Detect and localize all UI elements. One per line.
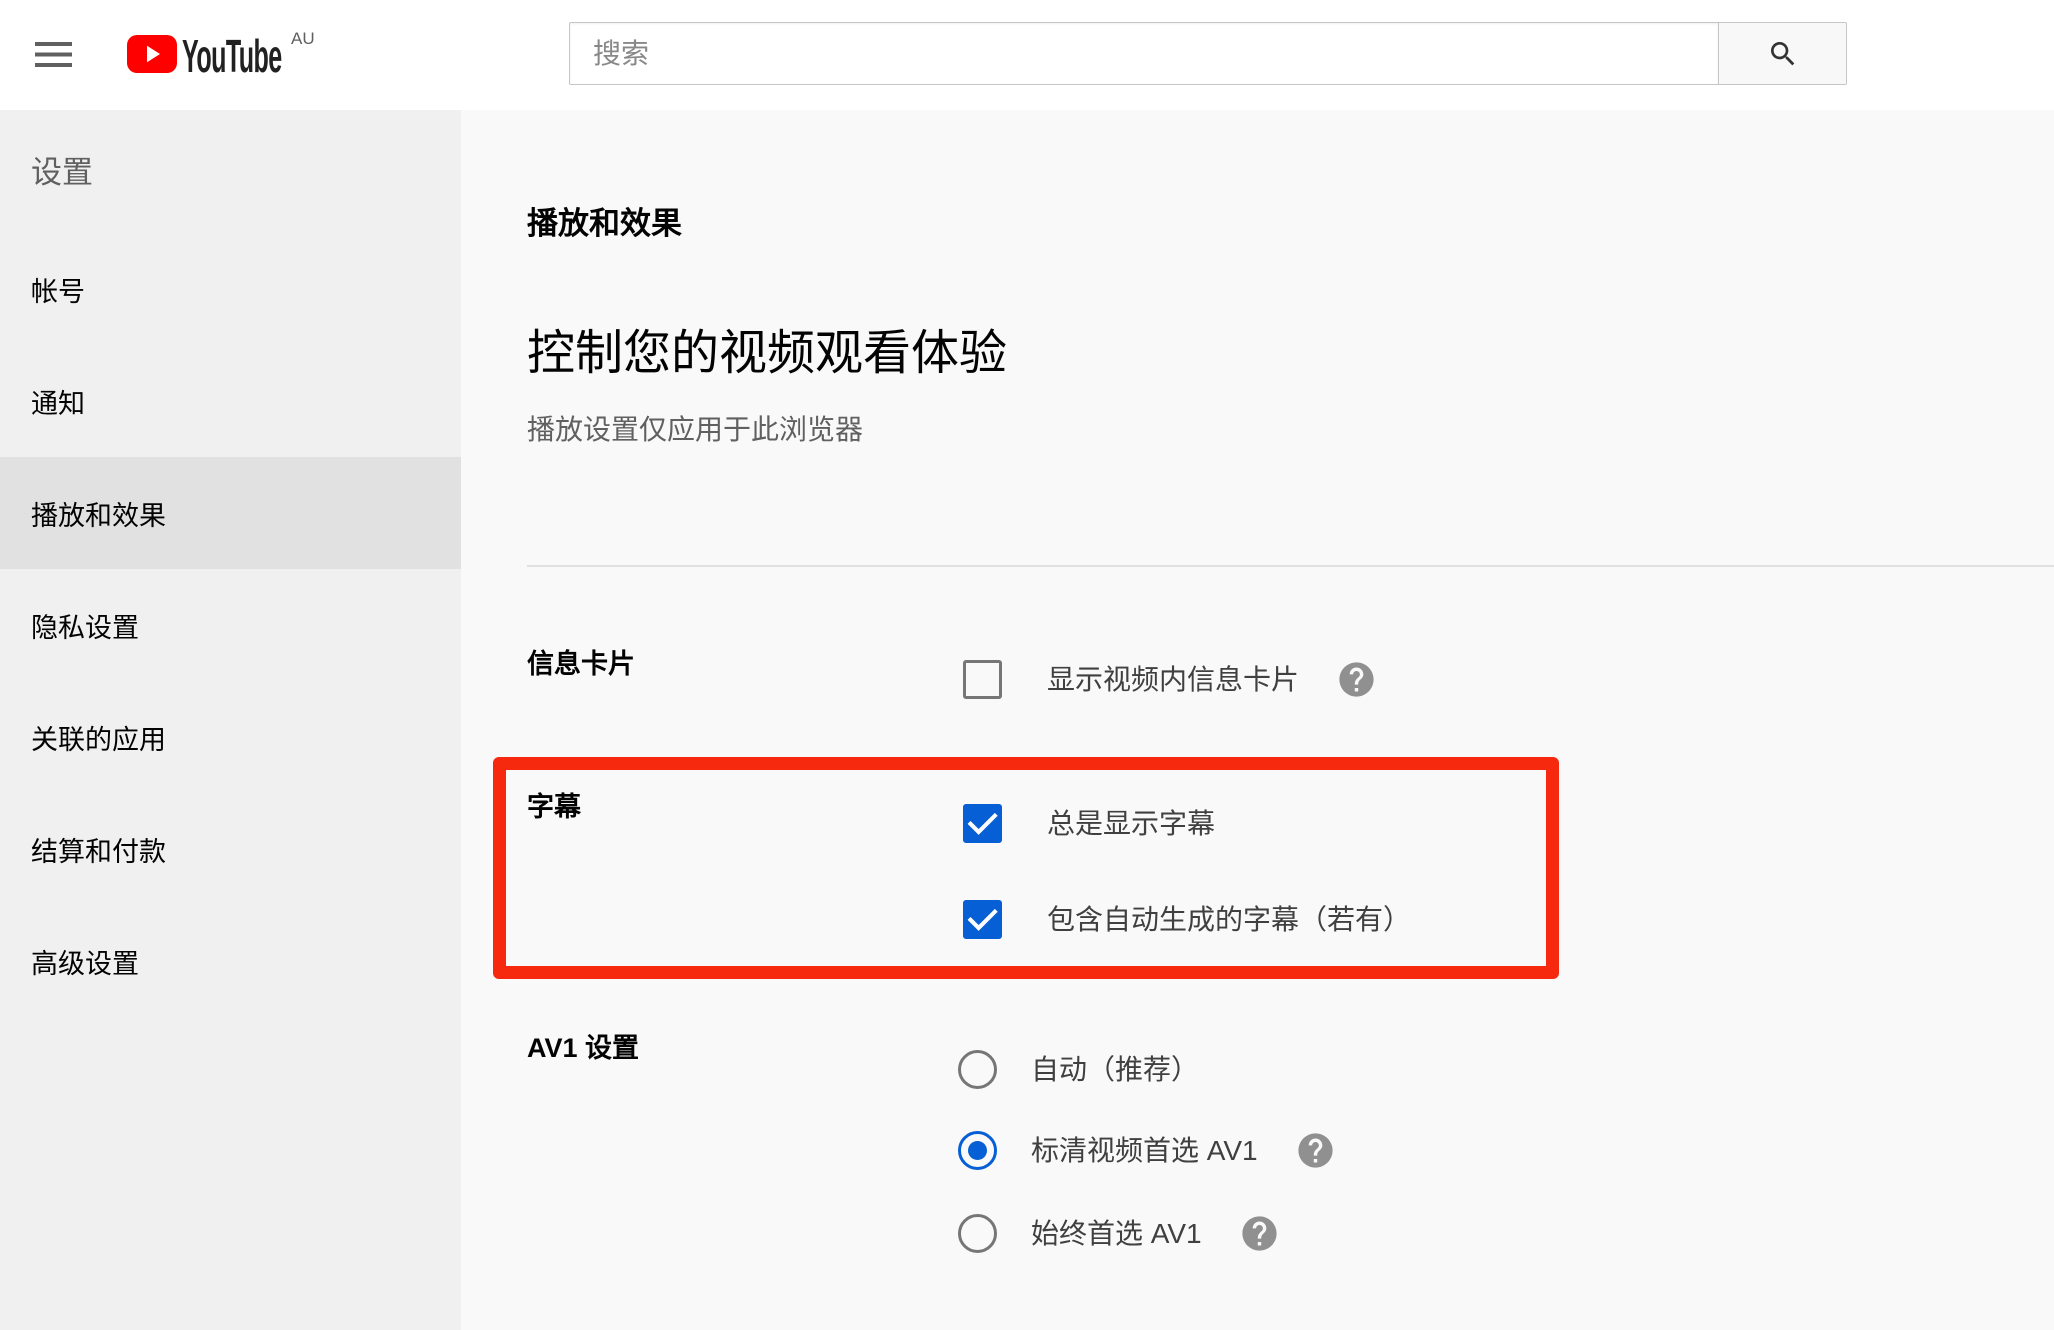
hamburger-menu-icon: [35, 42, 72, 67]
option-label: 显示视频内信息卡片: [1047, 664, 1300, 695]
sidebar-item-label: 隐私设置: [31, 612, 139, 643]
logo-wordmark: YouTube: [182, 30, 282, 82]
sidebar-item-billing[interactable]: 结算和付款: [0, 793, 461, 905]
sidebar-item-privacy[interactable]: 隐私设置: [0, 569, 461, 681]
show-info-cards-checkbox[interactable]: [963, 660, 1002, 699]
captions-option[interactable]: 总是显示字幕: [963, 804, 1215, 843]
section-title: 播放和效果: [527, 206, 682, 241]
sidebar-item-playback[interactable]: 播放和效果: [0, 457, 461, 569]
captions-option[interactable]: 包含自动生成的字幕（若有）: [963, 900, 1411, 939]
sidebar-item-account[interactable]: 帐号: [0, 233, 461, 345]
search-icon: [1770, 41, 1794, 65]
sidebar-item-connected-apps[interactable]: 关联的应用: [0, 681, 461, 793]
masthead: YouTube AU: [0, 0, 2054, 110]
help-icon[interactable]: [1336, 659, 1377, 700]
youtube-logo-link[interactable]: YouTube AU: [127, 29, 322, 82]
av1-always-radio[interactable]: [958, 1214, 997, 1253]
sidebar-item-advanced[interactable]: 高级设置: [0, 905, 461, 1017]
av1-option[interactable]: 始终首选 AV1: [958, 1214, 1280, 1253]
search-input[interactable]: [569, 22, 1719, 85]
av1-auto-radio[interactable]: [958, 1050, 997, 1089]
sidebar-item-notifications[interactable]: 通知: [0, 345, 461, 457]
sidebar-item-label: 结算和付款: [31, 836, 166, 867]
youtube-play-logo-icon: [127, 35, 177, 73]
country-code: AU: [291, 29, 315, 48]
setting-label-info-cards: 信息卡片: [527, 649, 635, 679]
radio-dot: [968, 1141, 987, 1160]
sidebar-item-label: 关联的应用: [31, 724, 166, 755]
always-show-captions-checkbox[interactable]: [963, 804, 1002, 843]
option-label: 标清视频首选 AV1: [1031, 1135, 1258, 1166]
checkmark-icon: [967, 908, 998, 931]
setting-label-captions: 字幕: [527, 792, 581, 822]
sidebar-item-label: 高级设置: [31, 948, 139, 979]
option-label: 包含自动生成的字幕（若有）: [1047, 904, 1412, 935]
option-label: 总是显示字幕: [1047, 808, 1216, 839]
captions-highlight-box: [493, 757, 1559, 979]
sidebar-item-label: 播放和效果: [31, 500, 166, 531]
sidebar-title: 设置: [31, 155, 93, 190]
option-label: 自动（推荐）: [1031, 1054, 1200, 1085]
sidebar-item-label: 通知: [31, 388, 85, 419]
help-icon[interactable]: [1239, 1213, 1280, 1254]
av1-option[interactable]: 自动（推荐）: [958, 1050, 1199, 1089]
section-divider: [527, 565, 2054, 567]
settings-sidebar: 设置 帐号 通知 播放和效果 隐私设置 关联的应用 结算和付款 高级设置: [0, 110, 461, 1330]
setting-label-av1: AV1 设置: [527, 1033, 640, 1063]
search-button[interactable]: [1719, 22, 1847, 85]
page-subheading: 播放设置仅应用于此浏览器: [527, 414, 864, 445]
page-heading: 控制您的视频观看体验: [527, 327, 1008, 380]
info-cards-option[interactable]: 显示视频内信息卡片: [963, 660, 1377, 699]
av1-prefer-sd-radio[interactable]: [958, 1131, 997, 1170]
help-icon[interactable]: [1295, 1130, 1336, 1171]
av1-option[interactable]: 标清视频首选 AV1: [958, 1131, 1336, 1170]
checkmark-icon: [967, 812, 998, 835]
option-label: 始终首选 AV1: [1031, 1218, 1202, 1249]
guide-menu-button[interactable]: [35, 42, 72, 67]
sidebar-item-label: 帐号: [31, 276, 85, 307]
auto-generated-captions-checkbox[interactable]: [963, 900, 1002, 939]
settings-content: 播放和效果 控制您的视频观看体验 播放设置仅应用于此浏览器 信息卡片 显示视频内…: [461, 110, 2054, 1330]
